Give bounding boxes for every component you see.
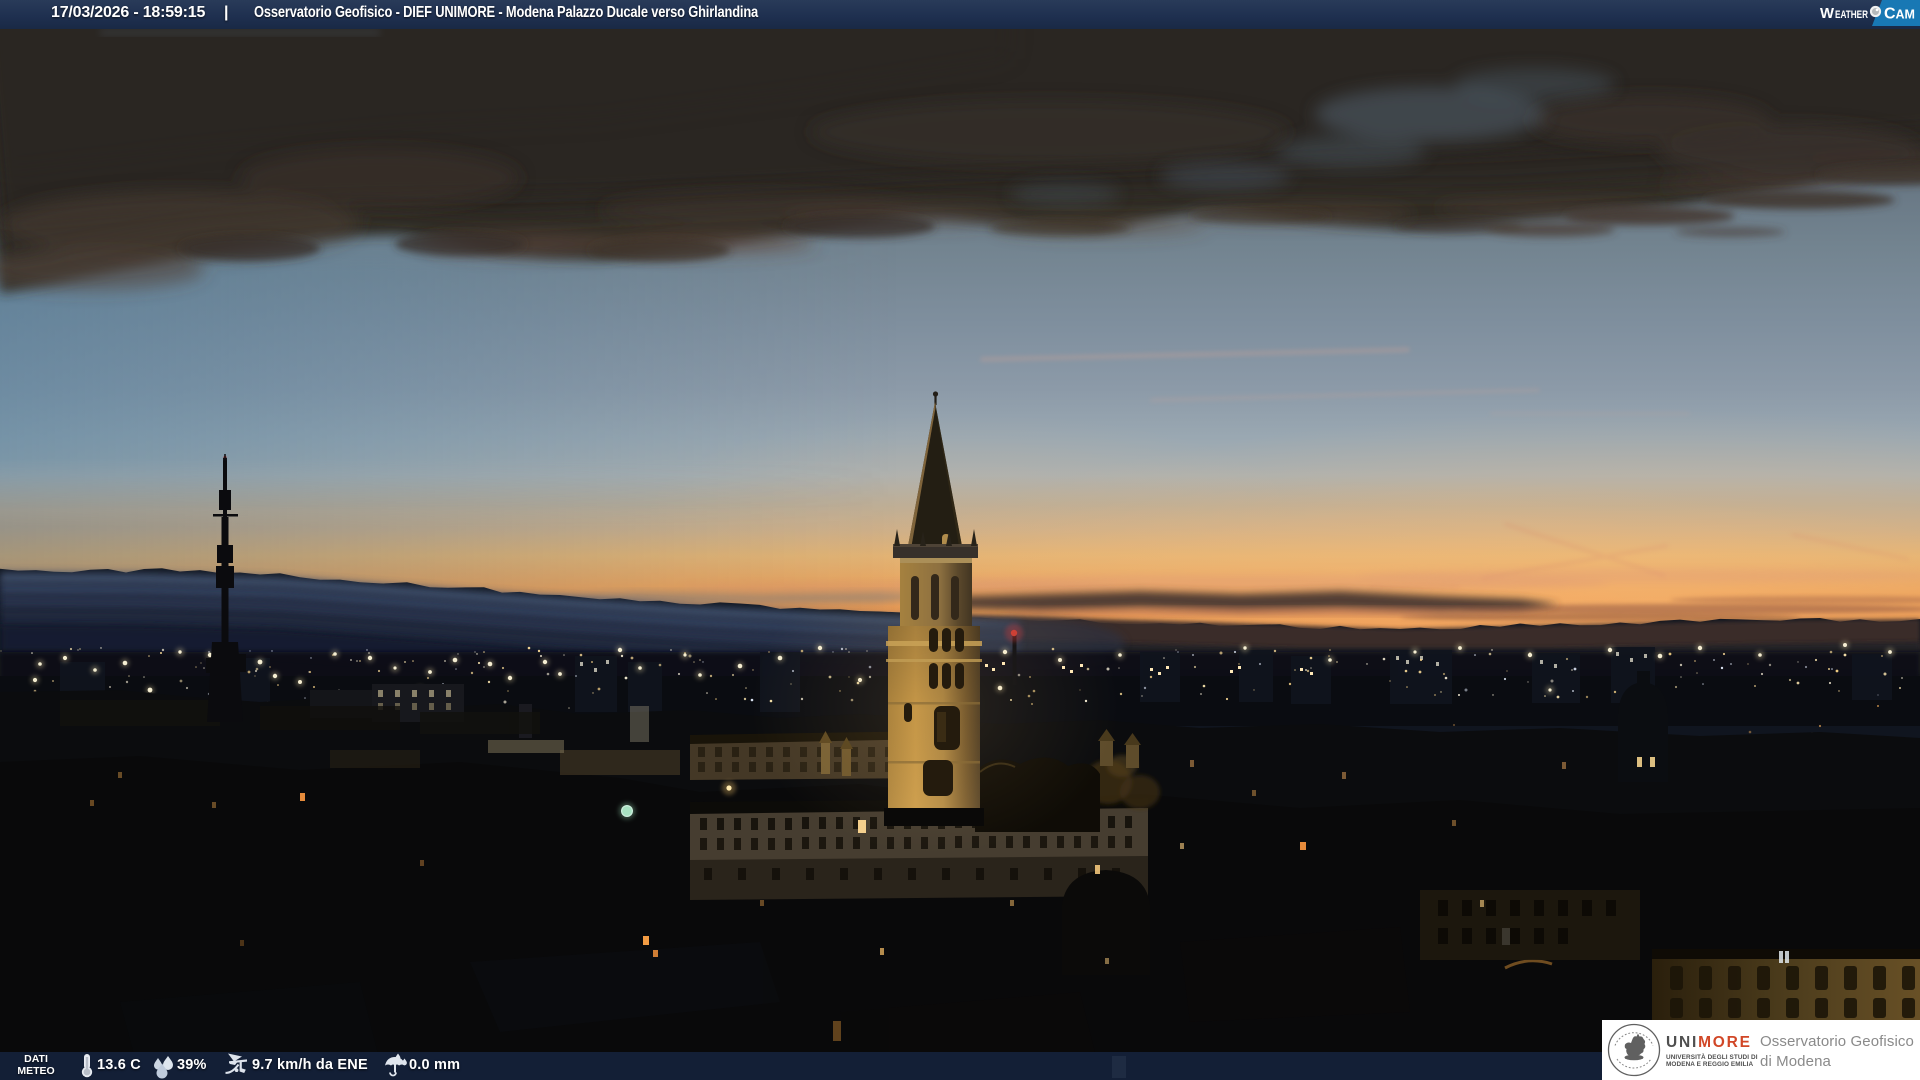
svg-text:EATHER: EATHER	[1835, 9, 1868, 21]
svg-text:W: W	[1820, 5, 1835, 22]
svg-text:AM: AM	[1896, 8, 1915, 22]
svg-text:C: C	[1884, 6, 1896, 23]
